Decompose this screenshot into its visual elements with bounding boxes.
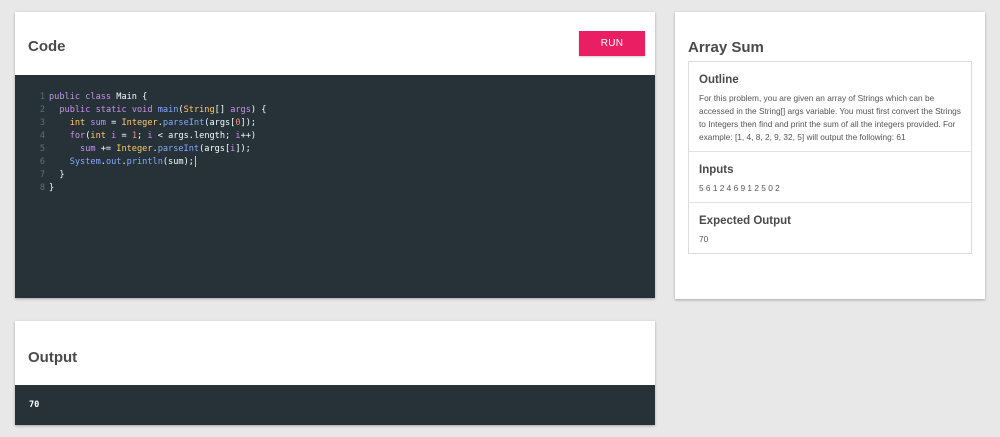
line-number: 1 bbox=[39, 92, 45, 102]
code-line[interactable]: 4 for(int i = 1; i < args.length; i++) bbox=[15, 130, 655, 143]
code-line[interactable]: 2 public static void main(String[] args)… bbox=[15, 104, 655, 117]
code-token: } bbox=[49, 183, 55, 193]
code-editor[interactable]: 1 public class Main {2 public static void… bbox=[15, 75, 655, 298]
inputs-section: Inputs 5 6 1 2 4 6 9 1 2 5 0 2 bbox=[689, 151, 971, 202]
code-line[interactable]: 7 } bbox=[15, 169, 655, 182]
line-number: 7 bbox=[39, 170, 45, 180]
line-number: 8 bbox=[39, 183, 45, 193]
problem-details: Outline For this problem, you are given … bbox=[688, 61, 972, 254]
code-token: for bbox=[69, 131, 86, 141]
code-line[interactable]: 5 sum += Integer.parseInt(args[i]); bbox=[15, 143, 655, 156]
problem-title: Array Sum bbox=[688, 39, 764, 56]
code-line[interactable]: 8} bbox=[15, 182, 655, 195]
code-token: void bbox=[131, 105, 153, 115]
inputs-text: 5 6 1 2 4 6 9 1 2 5 0 2 bbox=[699, 183, 780, 193]
outline-text: For this problem, you are given an array… bbox=[699, 93, 961, 142]
line-text: } bbox=[49, 182, 54, 195]
line-text: sum += Integer.parseInt(args[i]); bbox=[49, 143, 251, 156]
code-token: ]); bbox=[240, 118, 257, 128]
code-token: } bbox=[49, 170, 65, 180]
code-token: sum bbox=[90, 118, 106, 128]
line-number: 2 bbox=[39, 105, 45, 115]
code-token: public bbox=[49, 92, 81, 102]
outline-section: Outline For this problem, you are given … bbox=[689, 62, 971, 151]
code-token: main bbox=[157, 105, 179, 115]
code-token: ) { bbox=[250, 105, 267, 115]
code-token: parseInt bbox=[157, 144, 200, 154]
line-text: public static void main(String[] args) { bbox=[49, 104, 266, 117]
expected-output-section: Expected Output 70 bbox=[689, 202, 971, 253]
line-number: 4 bbox=[39, 131, 45, 141]
code-line[interactable]: 6 System.out.println(sum); bbox=[15, 156, 655, 169]
code-token: int bbox=[69, 118, 86, 128]
code-token: ]); bbox=[235, 144, 251, 154]
code-line[interactable]: 1 public class Main { bbox=[15, 91, 655, 104]
code-token: static bbox=[95, 105, 127, 115]
line-text: public class Main { bbox=[49, 91, 147, 104]
code-token: [] bbox=[214, 105, 231, 115]
code-token: += bbox=[95, 144, 117, 154]
code-token: = bbox=[105, 118, 122, 128]
code-panel-title: Code bbox=[28, 38, 66, 55]
code-token: sum bbox=[80, 144, 96, 154]
line-text: } bbox=[49, 169, 65, 182]
code-token: public bbox=[59, 105, 91, 115]
code-token: class bbox=[85, 92, 112, 102]
inputs-heading: Inputs bbox=[699, 164, 734, 176]
code-token: = bbox=[116, 131, 132, 141]
code-token: (sum); bbox=[162, 157, 194, 167]
code-token: println bbox=[126, 157, 163, 167]
code-panel-header: Code RUN bbox=[15, 12, 655, 75]
code-token: System bbox=[69, 157, 101, 167]
code-token: out bbox=[105, 157, 122, 167]
code-token: String bbox=[183, 105, 215, 115]
expected-output-heading: Expected Output bbox=[699, 215, 792, 227]
code-token: < args.length; bbox=[152, 131, 236, 141]
code-token: ++) bbox=[240, 131, 257, 141]
line-number: 3 bbox=[39, 118, 45, 128]
output-console: 70 bbox=[15, 385, 655, 425]
output-value: 70 bbox=[29, 400, 40, 410]
line-text: int sum = Integer.parseInt(args[0]); bbox=[49, 117, 256, 130]
code-panel: Code RUN 1 public class Main {2 public st… bbox=[15, 12, 655, 298]
outline-heading: Outline bbox=[699, 74, 739, 86]
run-button[interactable]: RUN bbox=[579, 31, 645, 56]
code-token: (args[ bbox=[204, 118, 236, 128]
text-cursor bbox=[194, 156, 196, 167]
code-token: Integer bbox=[116, 144, 153, 154]
output-panel: Output 70 bbox=[15, 321, 655, 425]
problem-panel: Array Sum Outline For this problem, you … bbox=[675, 12, 985, 299]
line-text: for(int i = 1; i < args.length; i++) bbox=[49, 130, 256, 143]
code-token: int bbox=[90, 131, 106, 141]
output-panel-title: Output bbox=[28, 349, 78, 366]
code-token: args bbox=[230, 105, 251, 115]
code-token: Main { bbox=[111, 92, 148, 102]
line-text: System.out.println(sum); bbox=[49, 156, 196, 169]
code-token: ; bbox=[137, 131, 148, 141]
line-number: 6 bbox=[39, 157, 45, 167]
expected-output-text: 70 bbox=[699, 234, 709, 244]
line-number: 5 bbox=[39, 144, 45, 154]
code-token: parseInt bbox=[162, 118, 205, 128]
code-token: Integer bbox=[121, 118, 158, 128]
code-token: (args[ bbox=[199, 144, 231, 154]
code-line[interactable]: 3 int sum = Integer.parseInt(args[0]); bbox=[15, 117, 655, 130]
